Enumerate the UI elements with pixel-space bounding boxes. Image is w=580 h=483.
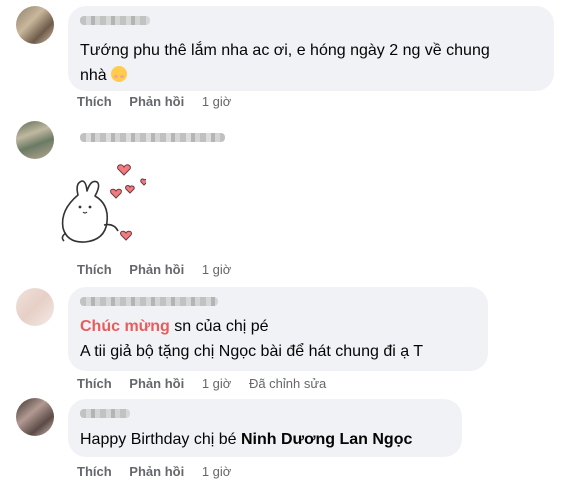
commenter-name-blurred[interactable] — [80, 297, 218, 306]
comment-text-line: nhà — [80, 67, 107, 84]
reply-link[interactable]: Phản hồi — [129, 94, 184, 109]
comment-timestamp[interactable]: 1 giờ — [202, 376, 232, 391]
like-link[interactable]: Thích — [77, 94, 112, 109]
commenter-avatar[interactable] — [16, 121, 54, 159]
comment-bubble: Chúc mừng sn của chị pé A tii giả bộ tặn… — [68, 287, 488, 371]
comment-text: Happy Birthday chị bé Ninh Dương Lan Ngọ… — [80, 427, 412, 452]
comment-text-line: A tii giả bộ tặng chị Ngọc bài để hát ch… — [80, 343, 424, 360]
commenter-avatar[interactable] — [16, 288, 54, 326]
commenter-avatar[interactable] — [16, 398, 54, 436]
commenter-avatar[interactable] — [16, 6, 54, 44]
comment-text: Tướng phu thê lắm nha ac ơi, e hóng ngày… — [80, 38, 490, 63]
comment-bubble: Happy Birthday chị bé Ninh Dương Lan Ngọ… — [68, 399, 462, 457]
comment-actions: Thích Phản hồi 1 giờ — [77, 464, 245, 479]
reply-link[interactable]: Phản hồi — [129, 376, 184, 391]
tagged-user[interactable]: Ninh Dương Lan Ngọc — [241, 431, 412, 448]
comment-text-line: Happy Birthday chị bé — [80, 431, 241, 448]
comment-timestamp[interactable]: 1 giờ — [202, 262, 232, 277]
edited-label[interactable]: Đã chỉnh sửa — [249, 376, 326, 391]
like-link[interactable]: Thích — [77, 464, 112, 479]
comment-text: nhà — [80, 63, 127, 88]
like-link[interactable]: Thích — [77, 262, 112, 277]
comment-actions: Thích Phản hồi 1 giờ — [77, 262, 245, 277]
heart-icon — [117, 164, 131, 176]
comment-actions: Thích Phản hồi 1 giờ Đã chỉnh sửa — [77, 376, 340, 391]
commenter-name-blurred[interactable] — [80, 16, 150, 25]
commenter-name-blurred[interactable] — [80, 133, 225, 142]
heart-icon — [140, 178, 146, 186]
smiling-face-icon — [110, 66, 127, 82]
highlighted-text: Chúc mừng — [80, 318, 170, 335]
comment-actions: Thích Phản hồi 1 giờ — [77, 94, 245, 109]
heart-icon — [110, 188, 122, 199]
bunny-hearts-sticker — [61, 164, 146, 243]
comment-text: A tii giả bộ tặng chị Ngọc bài để hát ch… — [80, 339, 423, 364]
comment-bubble: Tướng phu thê lắm nha ac ơi, e hóng ngày… — [68, 6, 554, 91]
commenter-name-blurred[interactable] — [80, 409, 130, 418]
reply-link[interactable]: Phản hồi — [129, 464, 184, 479]
comment-text-line: Tướng phu thê lắm nha ac ơi, e hóng ngày… — [80, 42, 490, 59]
bunny-body — [61, 180, 109, 243]
heart-icon — [125, 185, 135, 194]
comment-text-line: sn của chị pé — [169, 318, 269, 335]
comment-timestamp[interactable]: 1 giờ — [202, 94, 232, 109]
comment-text: Chúc mừng sn của chị pé — [80, 314, 269, 339]
heart-icon — [120, 230, 132, 241]
comment-timestamp[interactable]: 1 giờ — [202, 464, 232, 479]
like-link[interactable]: Thích — [77, 376, 112, 391]
reply-link[interactable]: Phản hồi — [129, 262, 184, 277]
